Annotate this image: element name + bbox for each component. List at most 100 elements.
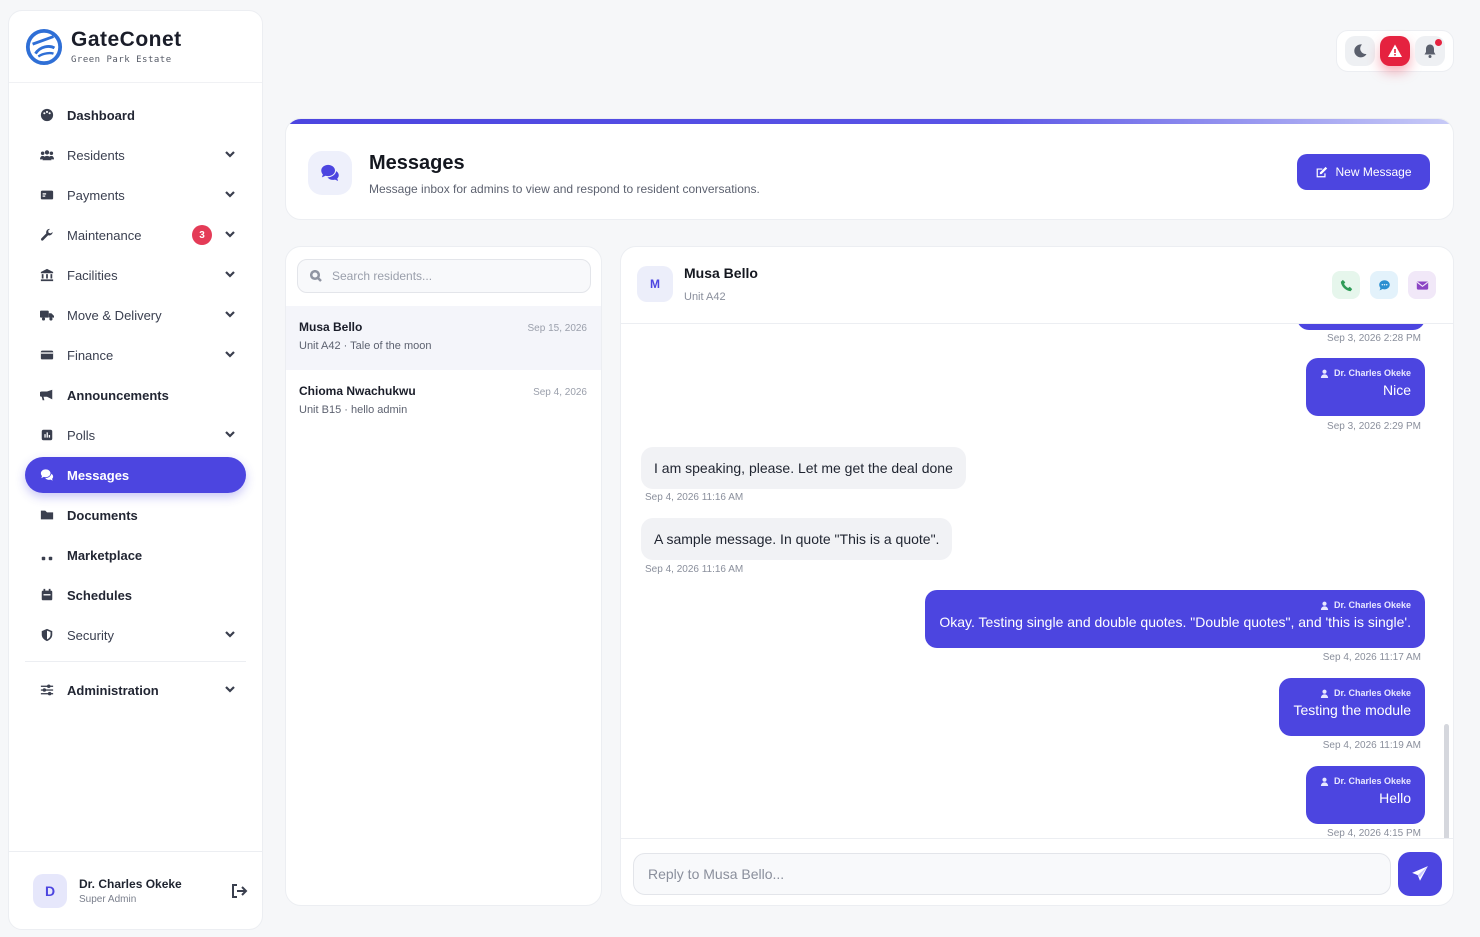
new-message-label: New Message	[1335, 165, 1412, 179]
user-icon	[1320, 601, 1329, 610]
sidebar-item-administration[interactable]: Administration	[25, 672, 246, 708]
sidebar-nav: Dashboard Residents Payments Maintenance…	[9, 83, 262, 708]
user-icon	[1320, 777, 1329, 786]
tools-icon	[39, 547, 55, 563]
message-text: Okay. Testing single and double quotes. …	[939, 614, 1411, 630]
conversation-item[interactable]: Musa Bello Sep 15, 2026 Unit A42 · Tale …	[286, 306, 601, 370]
megaphone-icon	[39, 387, 55, 403]
reply-input[interactable]	[633, 853, 1391, 895]
wrench-icon	[39, 227, 55, 243]
conversation-date: Sep 15, 2026	[527, 323, 588, 334]
profile-name: Dr. Charles Okeke	[79, 876, 182, 891]
sidebar-item-label: Security	[67, 627, 114, 643]
message-bubble-outgoing: Dr. Charles Okeke Testing the module	[1279, 678, 1425, 736]
sidebar-item-messages[interactable]: Messages	[25, 457, 246, 493]
sidebar-item-polls[interactable]: Polls	[25, 417, 246, 453]
page-title: Messages	[369, 152, 465, 174]
sidebar-item-dashboard[interactable]: Dashboard	[25, 97, 246, 133]
conversation-preview: Unit A42 · Tale of the moon	[299, 340, 432, 352]
folder-icon	[39, 507, 55, 523]
chevron-down-icon	[224, 308, 236, 320]
moon-icon	[1354, 44, 1367, 58]
maintenance-count-badge: 3	[192, 225, 212, 245]
chevron-down-icon	[224, 628, 236, 640]
chevron-down-icon	[224, 268, 236, 280]
sidebar-item-residents[interactable]: Residents	[25, 137, 246, 173]
message-bubble-outgoing: Dr. Charles Okeke Hello	[1305, 766, 1425, 824]
conversation-list: Musa Bello Sep 15, 2026 Unit A42 · Tale …	[285, 246, 602, 906]
message-text: Hello	[1379, 790, 1411, 806]
message-bubble-outgoing	[1297, 324, 1425, 330]
contact-unit: Unit A42	[684, 291, 726, 303]
sidebar-item-finance[interactable]: Finance	[25, 337, 246, 373]
sidebar-item-security[interactable]: Security	[25, 617, 246, 653]
sidebar-item-documents[interactable]: Documents	[25, 497, 246, 533]
sidebar-item-facilities[interactable]: Facilities	[25, 257, 246, 293]
landmark-icon	[39, 267, 55, 283]
search-box[interactable]	[297, 259, 591, 293]
sidebar-item-maintenance[interactable]: Maintenance 3	[25, 217, 246, 253]
calendar-icon	[39, 587, 55, 603]
chevron-down-icon	[224, 188, 236, 200]
sidebar-item-label: Residents	[67, 147, 125, 163]
message-timestamp: Sep 4, 2026 4:15 PM	[1327, 828, 1421, 838]
sidebar-item-label: Documents	[67, 507, 138, 523]
brand[interactable]: GateConet Green Park Estate	[9, 11, 262, 83]
sidebar-item-marketplace[interactable]: Marketplace	[25, 537, 246, 573]
logout-icon[interactable]	[230, 882, 248, 900]
envelope-icon	[1416, 280, 1428, 290]
sender-name: Dr. Charles Okeke	[1333, 688, 1411, 698]
message-timestamp: Sep 4, 2026 11:17 AM	[1322, 652, 1421, 663]
page-header: Messages Message inbox for admins to vie…	[285, 118, 1454, 220]
alert-button[interactable]	[1379, 36, 1410, 66]
message-bubble-incoming: A sample message. In quote "This is a qu…	[641, 518, 953, 560]
alert-triangle-icon	[1387, 44, 1402, 57]
message-timestamp: Sep 4, 2026 11:16 AM	[645, 564, 744, 575]
conversation-item[interactable]: Chioma Nwachukwu Sep 4, 2026 Unit B15 · …	[286, 370, 601, 434]
new-message-button[interactable]: New Message	[1297, 154, 1430, 190]
dark-mode-toggle[interactable]	[1345, 36, 1376, 66]
email-button[interactable]	[1408, 271, 1436, 299]
message-timestamp: Sep 4, 2026 11:19 AM	[1322, 740, 1421, 751]
wallet-icon	[39, 347, 55, 363]
sidebar-item-label: Announcements	[67, 387, 169, 403]
sidebar: GateConet Green Park Estate Dashboard Re…	[8, 10, 263, 930]
sidebar-item-label: Finance	[67, 347, 114, 363]
paper-plane-icon	[1412, 866, 1428, 881]
chat-scrollbar[interactable]	[1444, 724, 1449, 838]
header-accent-bar	[286, 119, 1453, 124]
sidebar-item-announcements[interactable]: Announcements	[25, 377, 246, 413]
sidebar-item-label: Facilities	[67, 267, 118, 283]
send-button[interactable]	[1398, 852, 1442, 896]
sidebar-item-schedules[interactable]: Schedules	[25, 577, 246, 613]
notifications-button[interactable]	[1414, 36, 1445, 66]
sidebar-item-move-delivery[interactable]: Move & Delivery	[25, 297, 246, 333]
message-bubble-incoming: I am speaking, please. Let me get the de…	[641, 447, 966, 489]
sidebar-item-label: Administration	[67, 682, 159, 698]
truck-icon	[39, 307, 55, 323]
message-sender: Dr. Charles Okeke	[1293, 688, 1411, 698]
chevron-down-icon	[224, 148, 236, 160]
contact-name: Musa Bello	[684, 265, 758, 281]
sidebar-item-label: Polls	[67, 427, 96, 443]
message-thread: Sep 3, 2026 2:28 PM Dr. Charles Okeke Ni…	[621, 324, 1453, 838]
comments-icon	[308, 151, 352, 195]
call-button[interactable]	[1332, 271, 1360, 299]
chat-bubble-icon	[1378, 279, 1390, 290]
search-input[interactable]	[332, 269, 582, 283]
user-icon	[1320, 369, 1329, 378]
avatar: M	[637, 266, 673, 302]
chevron-down-icon	[224, 228, 236, 240]
message-sender: Dr. Charles Okeke	[1320, 776, 1411, 786]
chat-button[interactable]	[1370, 271, 1398, 299]
message-timestamp: Sep 3, 2026 2:29 PM	[1327, 421, 1421, 432]
message-text: Nice	[1382, 382, 1411, 398]
sidebar-item-label: Maintenance	[67, 227, 142, 243]
avatar: D	[33, 873, 67, 908]
message-sender: Dr. Charles Okeke	[1320, 368, 1411, 378]
reply-bar	[621, 838, 1453, 905]
sidebar-item-label: Messages	[67, 467, 130, 483]
poll-icon	[39, 427, 55, 443]
sidebar-item-payments[interactable]: Payments	[25, 177, 246, 213]
sidebar-item-label: Dashboard	[67, 107, 135, 123]
